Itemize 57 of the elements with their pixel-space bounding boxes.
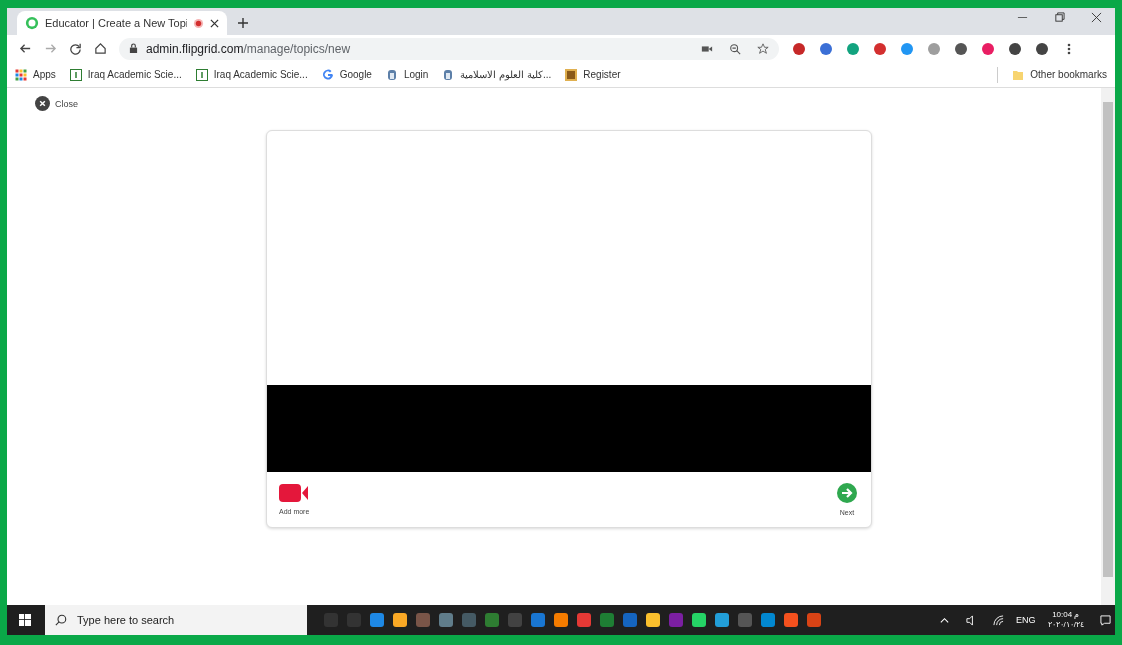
- close-tab-icon[interactable]: [210, 18, 219, 28]
- app-icon[interactable]: [691, 612, 707, 628]
- journal-icon: [69, 68, 82, 81]
- close-icon[interactable]: [1091, 12, 1102, 23]
- app-icon[interactable]: [645, 612, 661, 628]
- extension-icon[interactable]: [873, 41, 887, 56]
- folder-icon: [1012, 68, 1025, 81]
- bookmark[interactable]: Iraq Academic Scie...: [69, 68, 182, 81]
- app-icon[interactable]: [760, 612, 776, 628]
- scrollbar[interactable]: [1101, 88, 1115, 605]
- browser-tab[interactable]: Educator | Create a New Topi: [17, 11, 227, 35]
- wifi-icon[interactable]: [993, 614, 1005, 626]
- app-icon[interactable]: [392, 612, 408, 628]
- clock[interactable]: 10:04 م ٢٠٢٠/١٠/٢٤: [1047, 610, 1084, 630]
- extension-icon[interactable]: [792, 41, 806, 56]
- extension-icon[interactable]: [1035, 41, 1049, 56]
- app-icon[interactable]: [714, 612, 730, 628]
- lock-icon: [129, 43, 138, 54]
- extension-icon[interactable]: [819, 41, 833, 56]
- notification-icon[interactable]: [1100, 614, 1111, 626]
- address-bar[interactable]: admin.flipgrid.com/manage/topics/new: [119, 37, 779, 60]
- bookmark[interactable]: Iraq Academic Scie...: [195, 68, 308, 81]
- video-camera-icon: [279, 484, 310, 502]
- journal-icon: [195, 68, 208, 81]
- windows-start-icon[interactable]: [19, 614, 31, 626]
- taskbar-search-field[interactable]: Type here to search: [45, 605, 307, 635]
- app-icon[interactable]: [369, 612, 385, 628]
- arrow-right-icon: [837, 483, 857, 503]
- close-button[interactable]: Close: [35, 96, 78, 111]
- apps-grid-icon: [15, 68, 27, 81]
- bookmark[interactable]: كلية العلوم الاسلامية...: [442, 68, 552, 81]
- new-tab-icon[interactable]: [237, 17, 249, 29]
- emblem-icon: [385, 68, 398, 81]
- extension-icon[interactable]: [1008, 41, 1022, 56]
- emblem-icon: [442, 68, 455, 81]
- google-icon: [321, 68, 334, 81]
- zoom-out-icon[interactable]: [729, 42, 741, 55]
- bookmark[interactable]: Login: [385, 68, 429, 81]
- home-icon[interactable]: [94, 42, 107, 55]
- other-bookmarks[interactable]: Other bookmarks: [1012, 68, 1107, 81]
- bookmark[interactable]: Register: [565, 68, 621, 81]
- reload-icon[interactable]: [69, 42, 82, 55]
- search-icon: [55, 614, 67, 626]
- close-icon: [35, 96, 50, 111]
- tab-title: Educator | Create a New Topi: [45, 17, 187, 29]
- bookmark[interactable]: Apps: [15, 68, 56, 81]
- extension-icon[interactable]: [981, 41, 995, 56]
- bookmark[interactable]: Google: [321, 68, 372, 81]
- restore-icon[interactable]: [1054, 12, 1065, 23]
- star-icon[interactable]: [757, 42, 769, 55]
- recording-icon: [193, 17, 204, 29]
- app-icon[interactable]: [553, 612, 569, 628]
- extension-icon[interactable]: [954, 41, 968, 56]
- app-icon[interactable]: [783, 612, 799, 628]
- register-icon: [565, 68, 578, 81]
- back-icon[interactable]: [19, 42, 32, 55]
- language-indicator[interactable]: ENG: [1016, 615, 1036, 625]
